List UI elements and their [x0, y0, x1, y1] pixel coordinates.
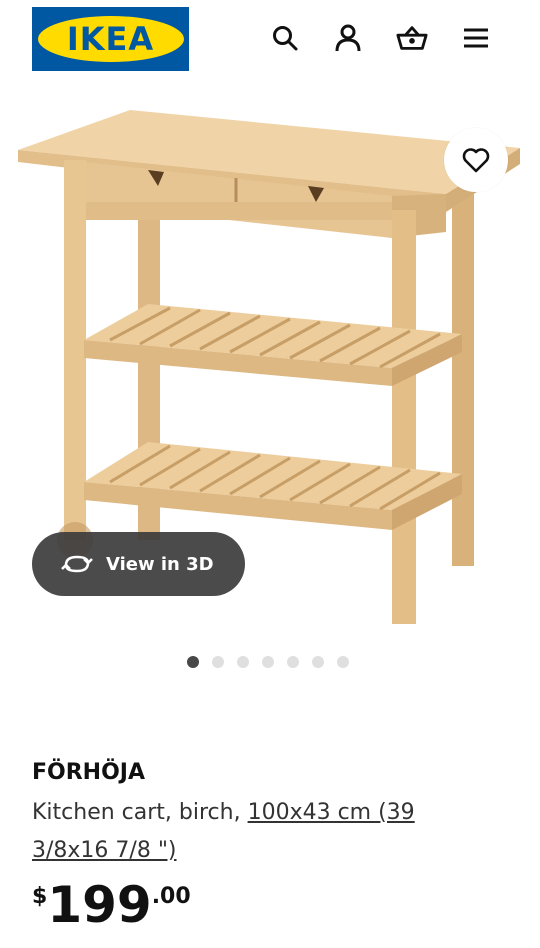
gallery-dot[interactable]	[187, 656, 199, 668]
gallery-dot[interactable]	[312, 656, 324, 668]
gallery-dot[interactable]	[262, 656, 274, 668]
site-header: IKEA	[0, 0, 540, 80]
product-price: $ 199 .00	[32, 876, 191, 934]
gallery-dot[interactable]	[237, 656, 249, 668]
view-in-3d-label: View in 3D	[106, 553, 214, 575]
menu-icon[interactable]	[460, 22, 492, 54]
price-currency: $	[32, 884, 48, 909]
logo-oval: IKEA	[37, 16, 184, 62]
product-name: FÖRHÖJA	[32, 760, 145, 785]
product-description: Kitchen cart, birch, 100x43 cm (39 3/8x1…	[32, 794, 472, 870]
heart-icon	[462, 148, 490, 173]
gallery-dot[interactable]	[212, 656, 224, 668]
rotate-3d-icon	[60, 552, 94, 576]
price-decimal: .00	[151, 884, 191, 909]
gallery-dot[interactable]	[287, 656, 299, 668]
product-type: Kitchen cart, birch,	[32, 800, 248, 825]
favorite-button[interactable]	[444, 128, 508, 192]
gallery-dot[interactable]	[337, 656, 349, 668]
price-integer: 199	[47, 876, 152, 934]
account-icon[interactable]	[332, 22, 364, 54]
ikea-logo[interactable]: IKEA	[32, 7, 189, 71]
logo-text: IKEA	[66, 20, 155, 58]
gallery-pagination	[187, 656, 349, 670]
search-icon[interactable]	[269, 22, 301, 54]
basket-icon[interactable]	[396, 22, 428, 54]
view-in-3d-button[interactable]: View in 3D	[32, 532, 245, 596]
